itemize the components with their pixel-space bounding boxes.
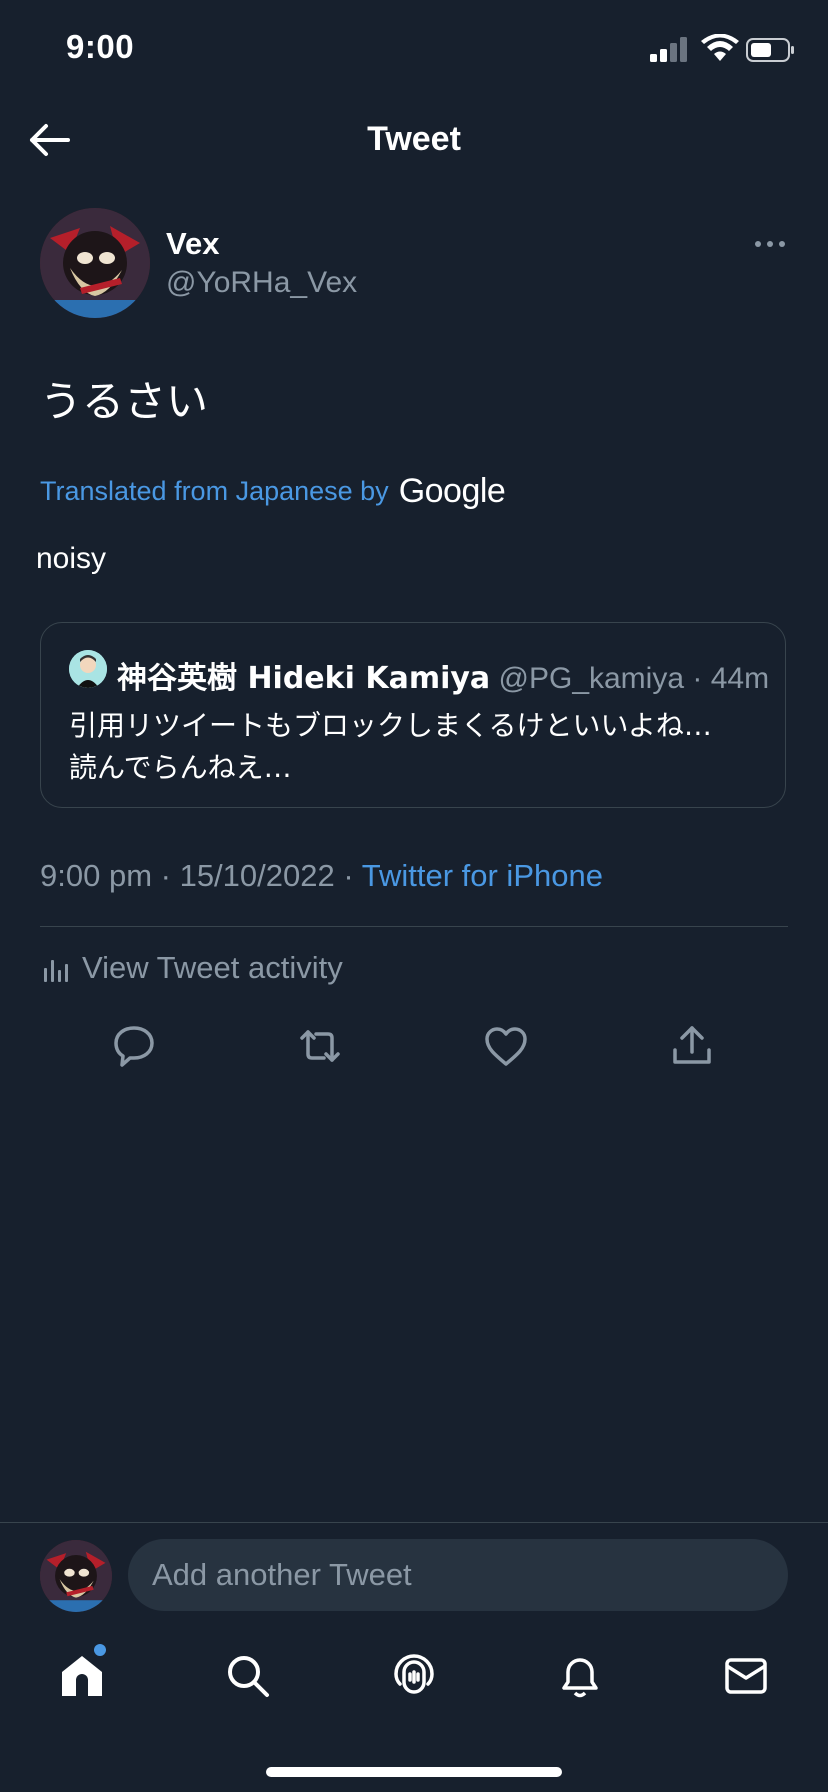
- quoted-tweet-text: 引用リツイートもブロックしまくるけといいよね… 読んでらんねえ…: [69, 705, 769, 789]
- quoted-author-name: 神谷英樹 Hideki Kamiya: [117, 661, 491, 696]
- author-handle[interactable]: @YoRHa_Vex: [166, 266, 357, 300]
- nav-spaces[interactable]: [388, 1650, 440, 1702]
- view-tweet-activity-button[interactable]: View Tweet activity: [40, 950, 343, 986]
- heart-icon: [485, 1027, 527, 1066]
- spaces-icon: [394, 1654, 434, 1694]
- messages-icon: [725, 1658, 767, 1694]
- separator-dot: ·: [152, 858, 180, 893]
- user-avatar[interactable]: [40, 1540, 112, 1612]
- source-link[interactable]: Twitter for iPhone: [362, 858, 603, 893]
- bar-chart-icon: [44, 960, 68, 982]
- quoted-tweet-card[interactable]: 神谷英樹 Hideki Kamiya @PG_kamiya · 44m 引用リツ…: [40, 622, 786, 808]
- tweet-text: うるさい: [40, 377, 209, 426]
- quoted-tweet-time: 44m: [710, 662, 770, 695]
- divider: [0, 1522, 828, 1523]
- activity-label: View Tweet activity: [82, 950, 343, 985]
- more-options-button[interactable]: [752, 226, 788, 262]
- google-logo: Google: [398, 472, 506, 510]
- quoted-author-avatar: [69, 650, 107, 688]
- share-button[interactable]: [666, 1020, 718, 1072]
- nav-home[interactable]: [56, 1650, 108, 1702]
- retweet-icon: [300, 1030, 340, 1062]
- signal-icon: [650, 37, 687, 62]
- home-indicator: [266, 1767, 562, 1777]
- notification-dot: [94, 1644, 106, 1656]
- translated-label: Translated from Japanese by: [40, 476, 389, 506]
- more-horizontal-icon: [755, 241, 785, 247]
- author-name[interactable]: Vex: [166, 226, 219, 262]
- like-button[interactable]: [480, 1020, 532, 1072]
- divider: [40, 926, 788, 927]
- nav-messages[interactable]: [720, 1650, 772, 1702]
- status-time: 9:00: [66, 28, 135, 65]
- translated-text: noisy: [36, 542, 107, 575]
- status-icons: [650, 34, 794, 62]
- battery-icon: [746, 38, 794, 62]
- tweet-time: 9:00 pm: [40, 858, 153, 893]
- separator-dot: ·: [692, 662, 703, 695]
- share-icon: [673, 1026, 711, 1064]
- tweet-timestamp: 9:00 pm · 15/10/2022 · Twitter for iPhon…: [40, 858, 603, 894]
- separator-dot: ·: [334, 858, 362, 893]
- nav-search[interactable]: [222, 1650, 274, 1702]
- retweet-button[interactable]: [294, 1020, 346, 1072]
- search-icon: [228, 1656, 269, 1697]
- wifi-icon: [701, 34, 739, 61]
- add-another-tweet-input[interactable]: [128, 1539, 788, 1611]
- tweet-date: 15/10/2022: [179, 858, 335, 893]
- notifications-icon: [562, 1658, 598, 1698]
- author-avatar[interactable]: [40, 208, 150, 318]
- nav-notifications[interactable]: [554, 1650, 606, 1702]
- quoted-text-line: 引用リツイートもブロックしまくるけといいよね…: [69, 709, 712, 742]
- reply-icon: [114, 1026, 154, 1067]
- quoted-text-line: 読んでらんねえ…: [69, 751, 292, 784]
- page-title: Tweet: [367, 120, 461, 158]
- reply-button[interactable]: [108, 1020, 160, 1072]
- quoted-author-handle: @PG_kamiya: [498, 662, 685, 695]
- translation-attribution[interactable]: Translated from Japanese by Google: [40, 472, 506, 511]
